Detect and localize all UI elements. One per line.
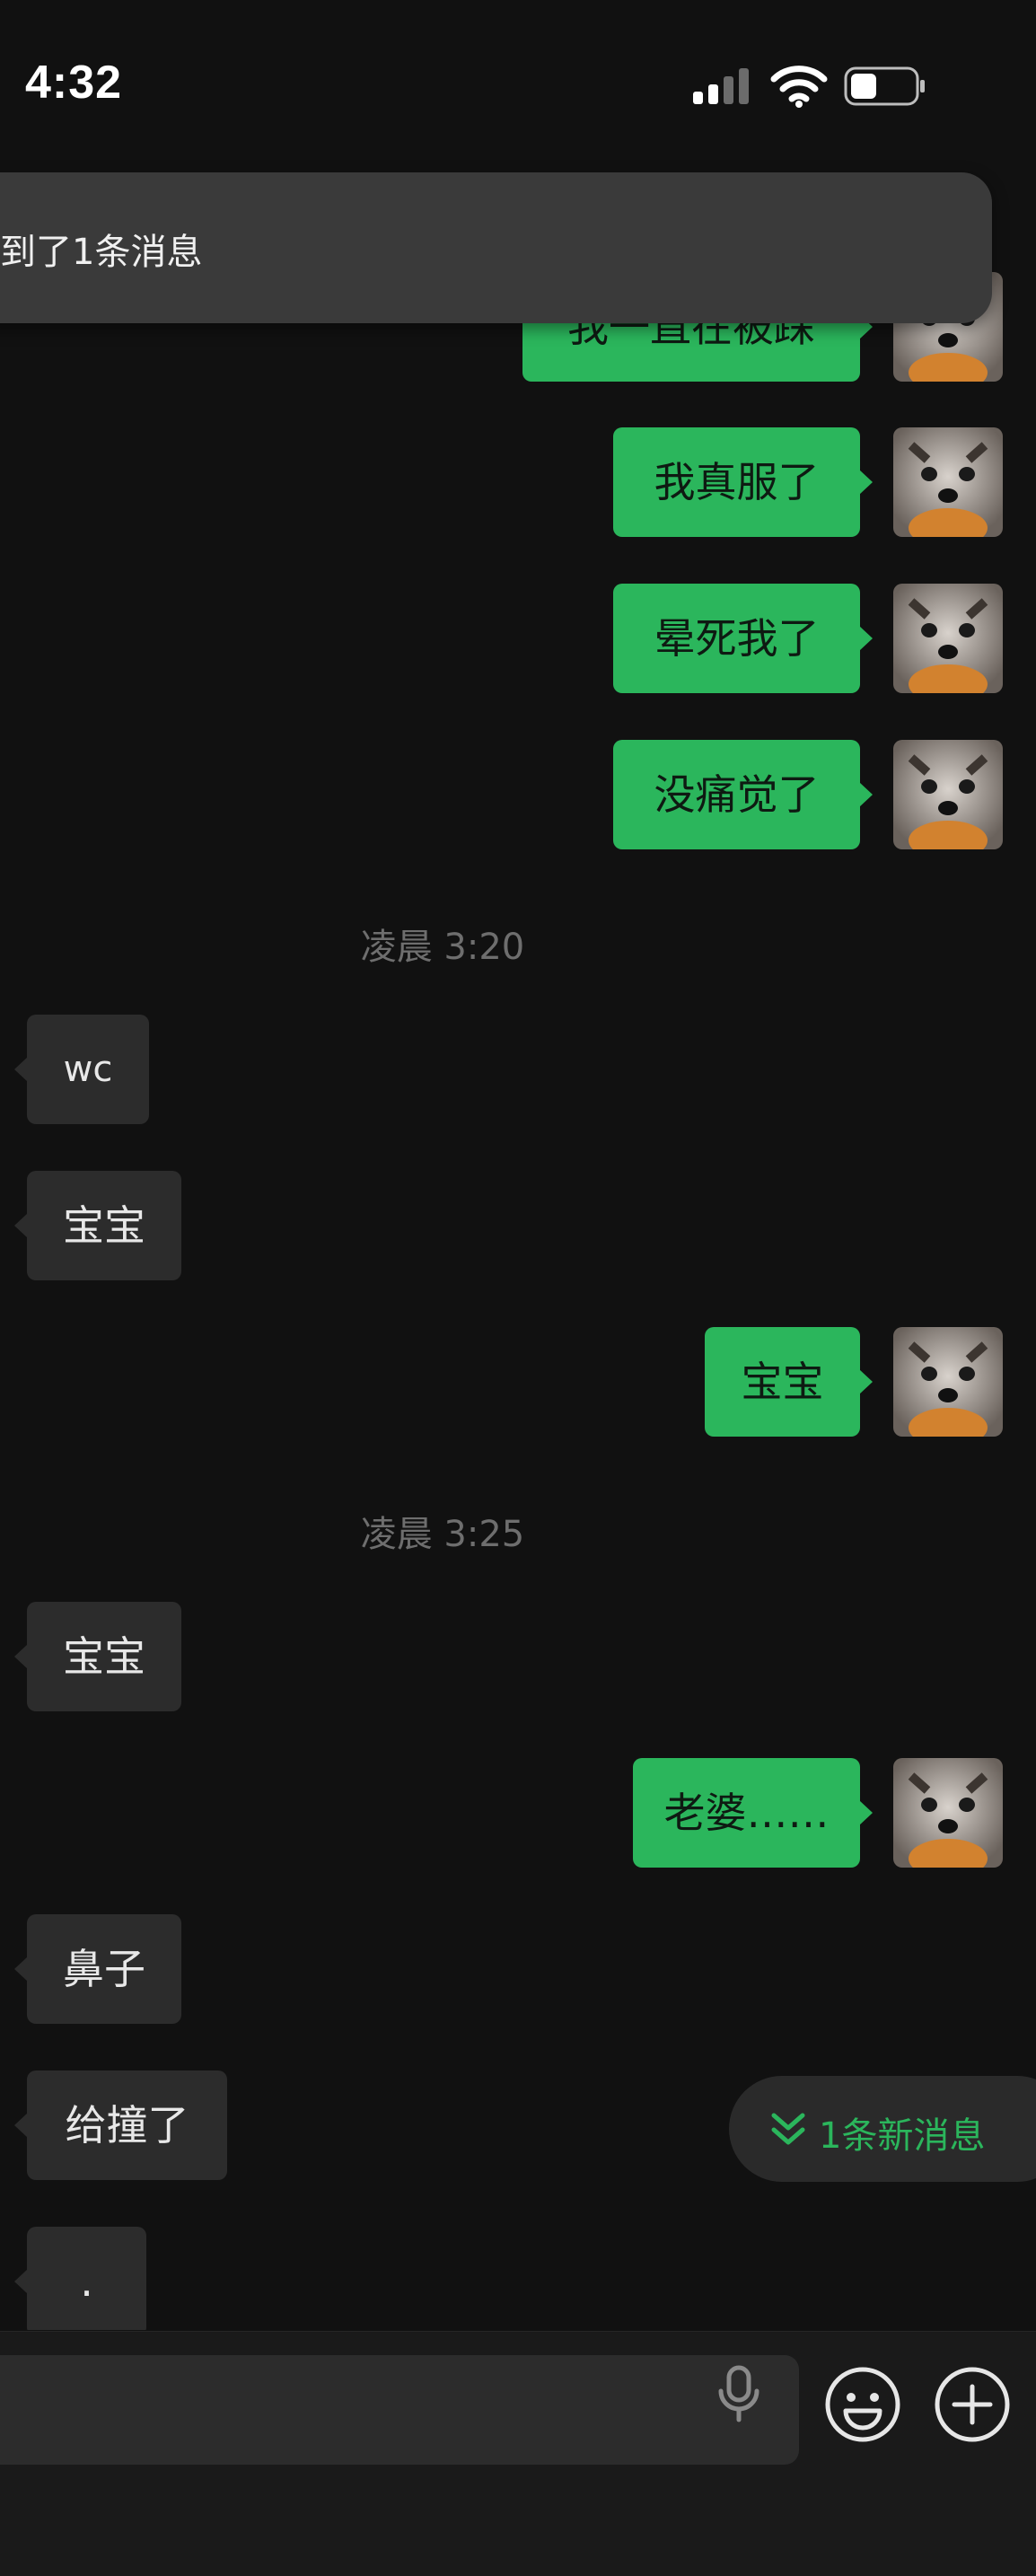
message-timestamp: 凌晨 3:25 (360, 1514, 525, 1555)
chat-input-bar (0, 2331, 1036, 2576)
plus-circle-icon[interactable] (934, 2366, 1011, 2443)
microphone-icon[interactable] (716, 2364, 761, 2423)
chat-message-list[interactable]: 我一直在被踩 我真服了 晕死我了 没痛觉了 凌晨 3:20 wc 宝宝 宝宝 凌… (0, 0, 1036, 2330)
avatar[interactable] (893, 427, 1003, 537)
outgoing-message-bubble[interactable]: 老婆…… (633, 1758, 873, 1868)
incoming-message-bubble[interactable]: wc (14, 1015, 149, 1124)
emoji-icon[interactable] (824, 2366, 901, 2443)
incoming-message-bubble[interactable]: . (14, 2227, 146, 2330)
avatar[interactable] (893, 584, 1003, 693)
outgoing-message-bubble[interactable]: 宝宝 (705, 1327, 873, 1437)
avatar[interactable] (893, 1327, 1003, 1437)
message-timestamp: 凌晨 3:20 (360, 927, 525, 968)
notification-banner-text: 到了1条消息 (0, 232, 203, 273)
double-chevron-down-icon (771, 2113, 805, 2145)
incoming-message-bubble[interactable]: 鼻子 (14, 1914, 181, 2024)
message-input[interactable] (0, 2355, 799, 2465)
avatar[interactable] (893, 740, 1003, 849)
new-messages-label: 1条新消息 (819, 2115, 986, 2157)
incoming-message-bubble[interactable]: 宝宝 (14, 1171, 181, 1280)
new-messages-button[interactable]: 1条新消息 (729, 2076, 1036, 2182)
avatar[interactable] (893, 1758, 1003, 1868)
outgoing-message-bubble[interactable]: 我真服了 (613, 427, 873, 537)
incoming-message-bubble[interactable]: 宝宝 (14, 1602, 181, 1711)
outgoing-message-bubble[interactable]: 没痛觉了 (613, 740, 873, 849)
outgoing-message-bubble[interactable]: 晕死我了 (613, 584, 873, 693)
incoming-message-bubble[interactable]: 给撞了 (14, 2070, 227, 2180)
notification-banner[interactable]: 到了1条消息 (0, 172, 992, 323)
